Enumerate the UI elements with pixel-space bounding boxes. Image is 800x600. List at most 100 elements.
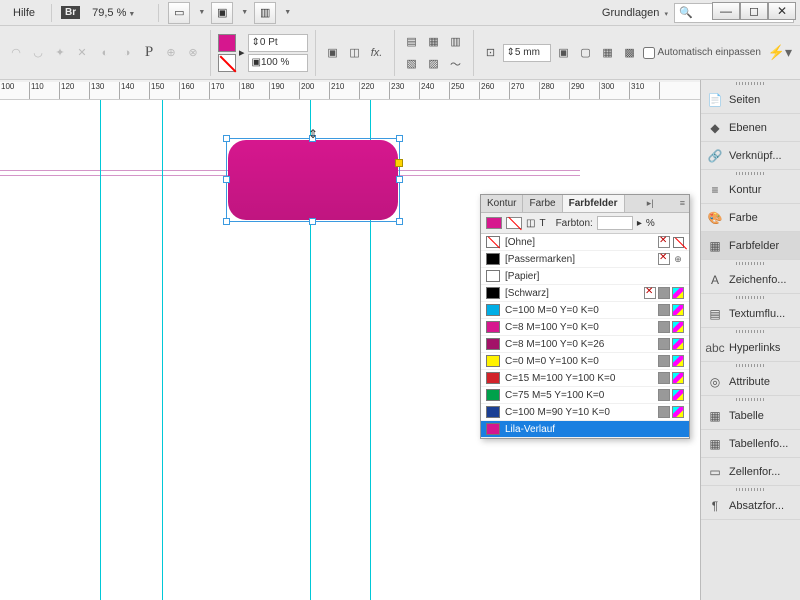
fx-icon[interactable]: fx. [367,43,387,63]
handle[interactable] [396,135,403,142]
stroke-style[interactable]: 〜 [446,54,466,74]
autofit-checkbox[interactable]: Automatisch einpassen [643,47,761,59]
panel-tab-ebenen[interactable]: ◆Ebenen [701,114,800,142]
menu-bar: Hilfe Br 79,5 %▼ ▭▼ ▣▼ ▥▼ Grundlagen ▾ 🔍 [0,0,800,26]
handle[interactable] [223,218,230,225]
swatch-row[interactable]: [Schwarz] [481,285,689,302]
swatch-row[interactable]: [Papier] [481,268,689,285]
fill-proxy[interactable] [486,217,502,229]
guide[interactable] [100,100,101,600]
swatch-row[interactable]: C=0 M=0 Y=100 K=0 [481,353,689,370]
panel-tab-tabelle[interactable]: ▦Tabelle [701,402,800,430]
panel-menu-icon[interactable]: ≡ [676,195,689,212]
panel-tab-farbe[interactable]: 🎨Farbe [701,204,800,232]
tool-icon[interactable]: ⊕ [161,43,181,63]
handle[interactable] [309,218,316,225]
bridge-button[interactable]: Br [61,6,80,19]
view-mode-2[interactable]: ▣ [211,2,233,24]
swatch-chip [486,321,500,333]
handle[interactable] [396,176,403,183]
stroke-proxy[interactable] [506,217,522,229]
formatting-text-icon[interactable]: T [539,218,545,229]
swatch-row[interactable]: [Passermarken]⊕ [481,251,689,268]
wrap-icon[interactable]: ▨ [424,54,444,74]
swatch-row[interactable]: C=75 M=5 Y=100 K=0 [481,387,689,404]
lightning-icon[interactable]: ⚡▾ [768,44,792,61]
wrap-icon[interactable]: ▤ [402,32,422,52]
tool-icon[interactable]: ✦ [50,43,70,63]
fit-icon[interactable]: ▩ [620,43,640,63]
tint-field[interactable] [597,216,633,230]
swatch-row[interactable]: [Ohne] [481,234,689,251]
ruler-tick: 310 [630,82,660,99]
panel-tab-tabellenfo[interactable]: ▦Tabellenfo... [701,430,800,458]
type-tool-icon[interactable]: P [139,43,159,63]
frame-fit-icon[interactable]: ⊡ [481,43,501,63]
effect-icon[interactable]: ◫ [345,43,365,63]
handle[interactable] [223,176,230,183]
view-mode-1[interactable]: ▭ [168,2,190,24]
panel-tab-zellenfor[interactable]: ▭Zellenfor... [701,458,800,486]
formatting-container-icon[interactable]: ◫ [526,218,535,229]
tool-icon[interactable]: ✕ [72,43,92,63]
panel-tab-textumflu[interactable]: ▤Textumflu... [701,300,800,328]
maximize-button[interactable]: ◻ [740,2,768,20]
panel-label: Ebenen [729,122,767,134]
close-button[interactable]: ✕ [768,2,796,20]
tint-label: Farbton: [556,218,593,229]
swatch-row[interactable]: Lila-Verlauf [481,421,689,438]
corner-icon[interactable]: ◠ [6,43,26,63]
effect-icon[interactable]: ▣ [323,43,343,63]
guide[interactable] [162,100,163,600]
swatch-row[interactable]: C=100 M=90 Y=10 K=0 [481,404,689,421]
corner-icon[interactable]: ◡ [28,43,48,63]
zoom-level[interactable]: 79,5 %▼ [86,5,149,21]
ruler-tick: 160 [180,82,210,99]
panel-tab-hyperlinks[interactable]: abcHyperlinks [701,334,800,362]
panel-label: Kontur [729,184,761,196]
panel-tab-attribute[interactable]: ◎Attribute [701,368,800,396]
tool-icon[interactable]: ◐ [95,43,115,63]
minimize-button[interactable]: — [712,2,740,20]
tool-icon[interactable]: ◑ [117,43,137,63]
opacity-field[interactable]: ▣ 100 % [248,54,308,72]
wrap-icon[interactable]: ▦ [424,32,444,52]
wrap-icon[interactable]: ▧ [402,54,422,74]
workspace-switcher[interactable]: Grundlagen ▾ [602,7,668,19]
swatch-row[interactable]: C=100 M=0 Y=0 K=0 [481,302,689,319]
swatch-row[interactable]: C=8 M=100 Y=0 K=0 [481,319,689,336]
panel-label: Tabellenfo... [729,438,788,450]
tab-farbfelder[interactable]: Farbfelder [563,195,625,212]
help-menu[interactable]: Hilfe [6,4,42,22]
swatch-chip [486,406,500,418]
swatch-row[interactable]: C=15 M=100 Y=100 K=0 [481,370,689,387]
tab-farbe[interactable]: Farbe [523,195,562,212]
panel-tab-farbfelder[interactable]: ▦Farbfelder [701,232,800,260]
ruler-tick: 250 [450,82,480,99]
stroke-weight-field[interactable]: ⇕ 0 Pt [248,34,308,52]
live-corner-handle[interactable] [395,159,403,167]
fill-swatch[interactable] [218,34,236,52]
panel-expand-icon[interactable]: ▸| [643,195,658,212]
view-mode-3[interactable]: ▥ [254,2,276,24]
tool-icon[interactable]: ⊗ [183,43,203,63]
resize-cursor-icon: ⇕ [308,127,318,141]
ruler-tick: 200 [300,82,330,99]
fit-icon[interactable]: ▣ [554,43,574,63]
panel-tab-kontur[interactable]: ≡Kontur [701,176,800,204]
panel-tab-zeichenfo[interactable]: AZeichenfo... [701,266,800,294]
fit-icon[interactable]: ▢ [576,43,596,63]
fit-icon[interactable]: ▦ [598,43,618,63]
tab-kontur[interactable]: Kontur [481,195,523,212]
panel-tab-verknpf[interactable]: 🔗Verknüpf... [701,142,800,170]
handle[interactable] [396,218,403,225]
panel-tab-absatzfor[interactable]: ¶Absatzfor... [701,492,800,520]
wrap-icon[interactable]: ▥ [446,32,466,52]
handle[interactable] [223,135,230,142]
panel-label: Attribute [729,376,770,388]
panel-tab-seiten[interactable]: 📄Seiten [701,86,800,114]
stroke-swatch[interactable] [218,54,236,72]
swatch-row[interactable]: C=8 M=100 Y=0 K=26 [481,336,689,353]
swatch-chip [486,304,500,316]
inset-field[interactable]: ⇕ 5 mm [503,44,551,62]
